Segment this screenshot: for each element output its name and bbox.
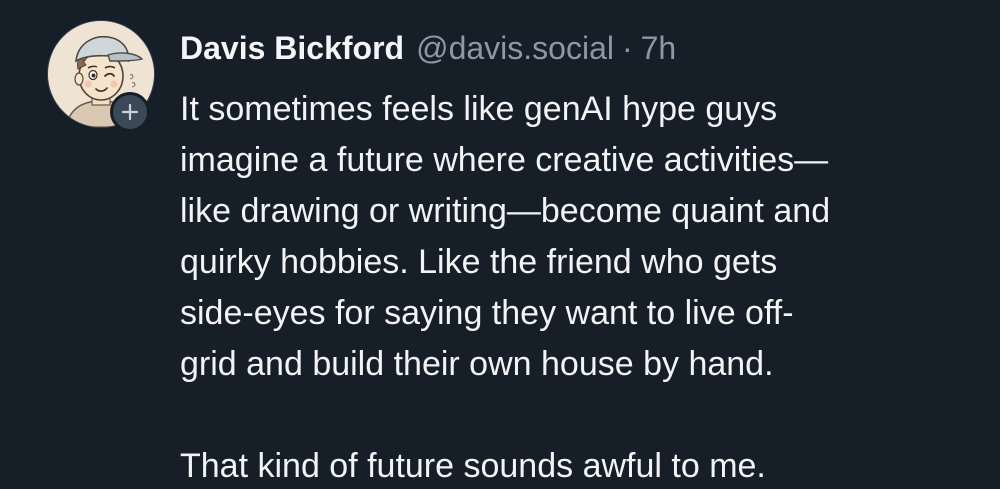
post-text-line: grid and build their own house by hand. <box>180 345 774 383</box>
follow-button[interactable] <box>110 92 150 132</box>
post: Davis Bickford @davis.social · 7h It som… <box>0 0 1000 489</box>
plus-icon <box>121 103 139 121</box>
post-text-line: imagine a future where creative activiti… <box>180 141 829 179</box>
post-text-line: It sometimes feels like genAI hype guys <box>180 90 778 128</box>
author-avatar-container <box>47 20 155 132</box>
author-display-name[interactable]: Davis Bickford <box>180 25 404 71</box>
author-handle[interactable]: @davis.social <box>416 25 614 71</box>
post-header: Davis Bickford @davis.social · 7h <box>180 25 676 71</box>
post-text-line: quirky hobbies. Like the friend who gets <box>180 243 778 281</box>
post-text-line: side-eyes for saying they want to live o… <box>180 294 794 332</box>
post-text-line: That kind of future sounds awful to me. <box>180 447 766 485</box>
post-text-line: like drawing or writing—become quaint an… <box>180 192 831 230</box>
post-timestamp[interactable]: 7h <box>641 25 677 71</box>
header-separator: · <box>621 30 633 66</box>
post-text: It sometimes feels like genAI hype guys … <box>180 84 970 489</box>
post-text-blank-line <box>180 390 970 441</box>
